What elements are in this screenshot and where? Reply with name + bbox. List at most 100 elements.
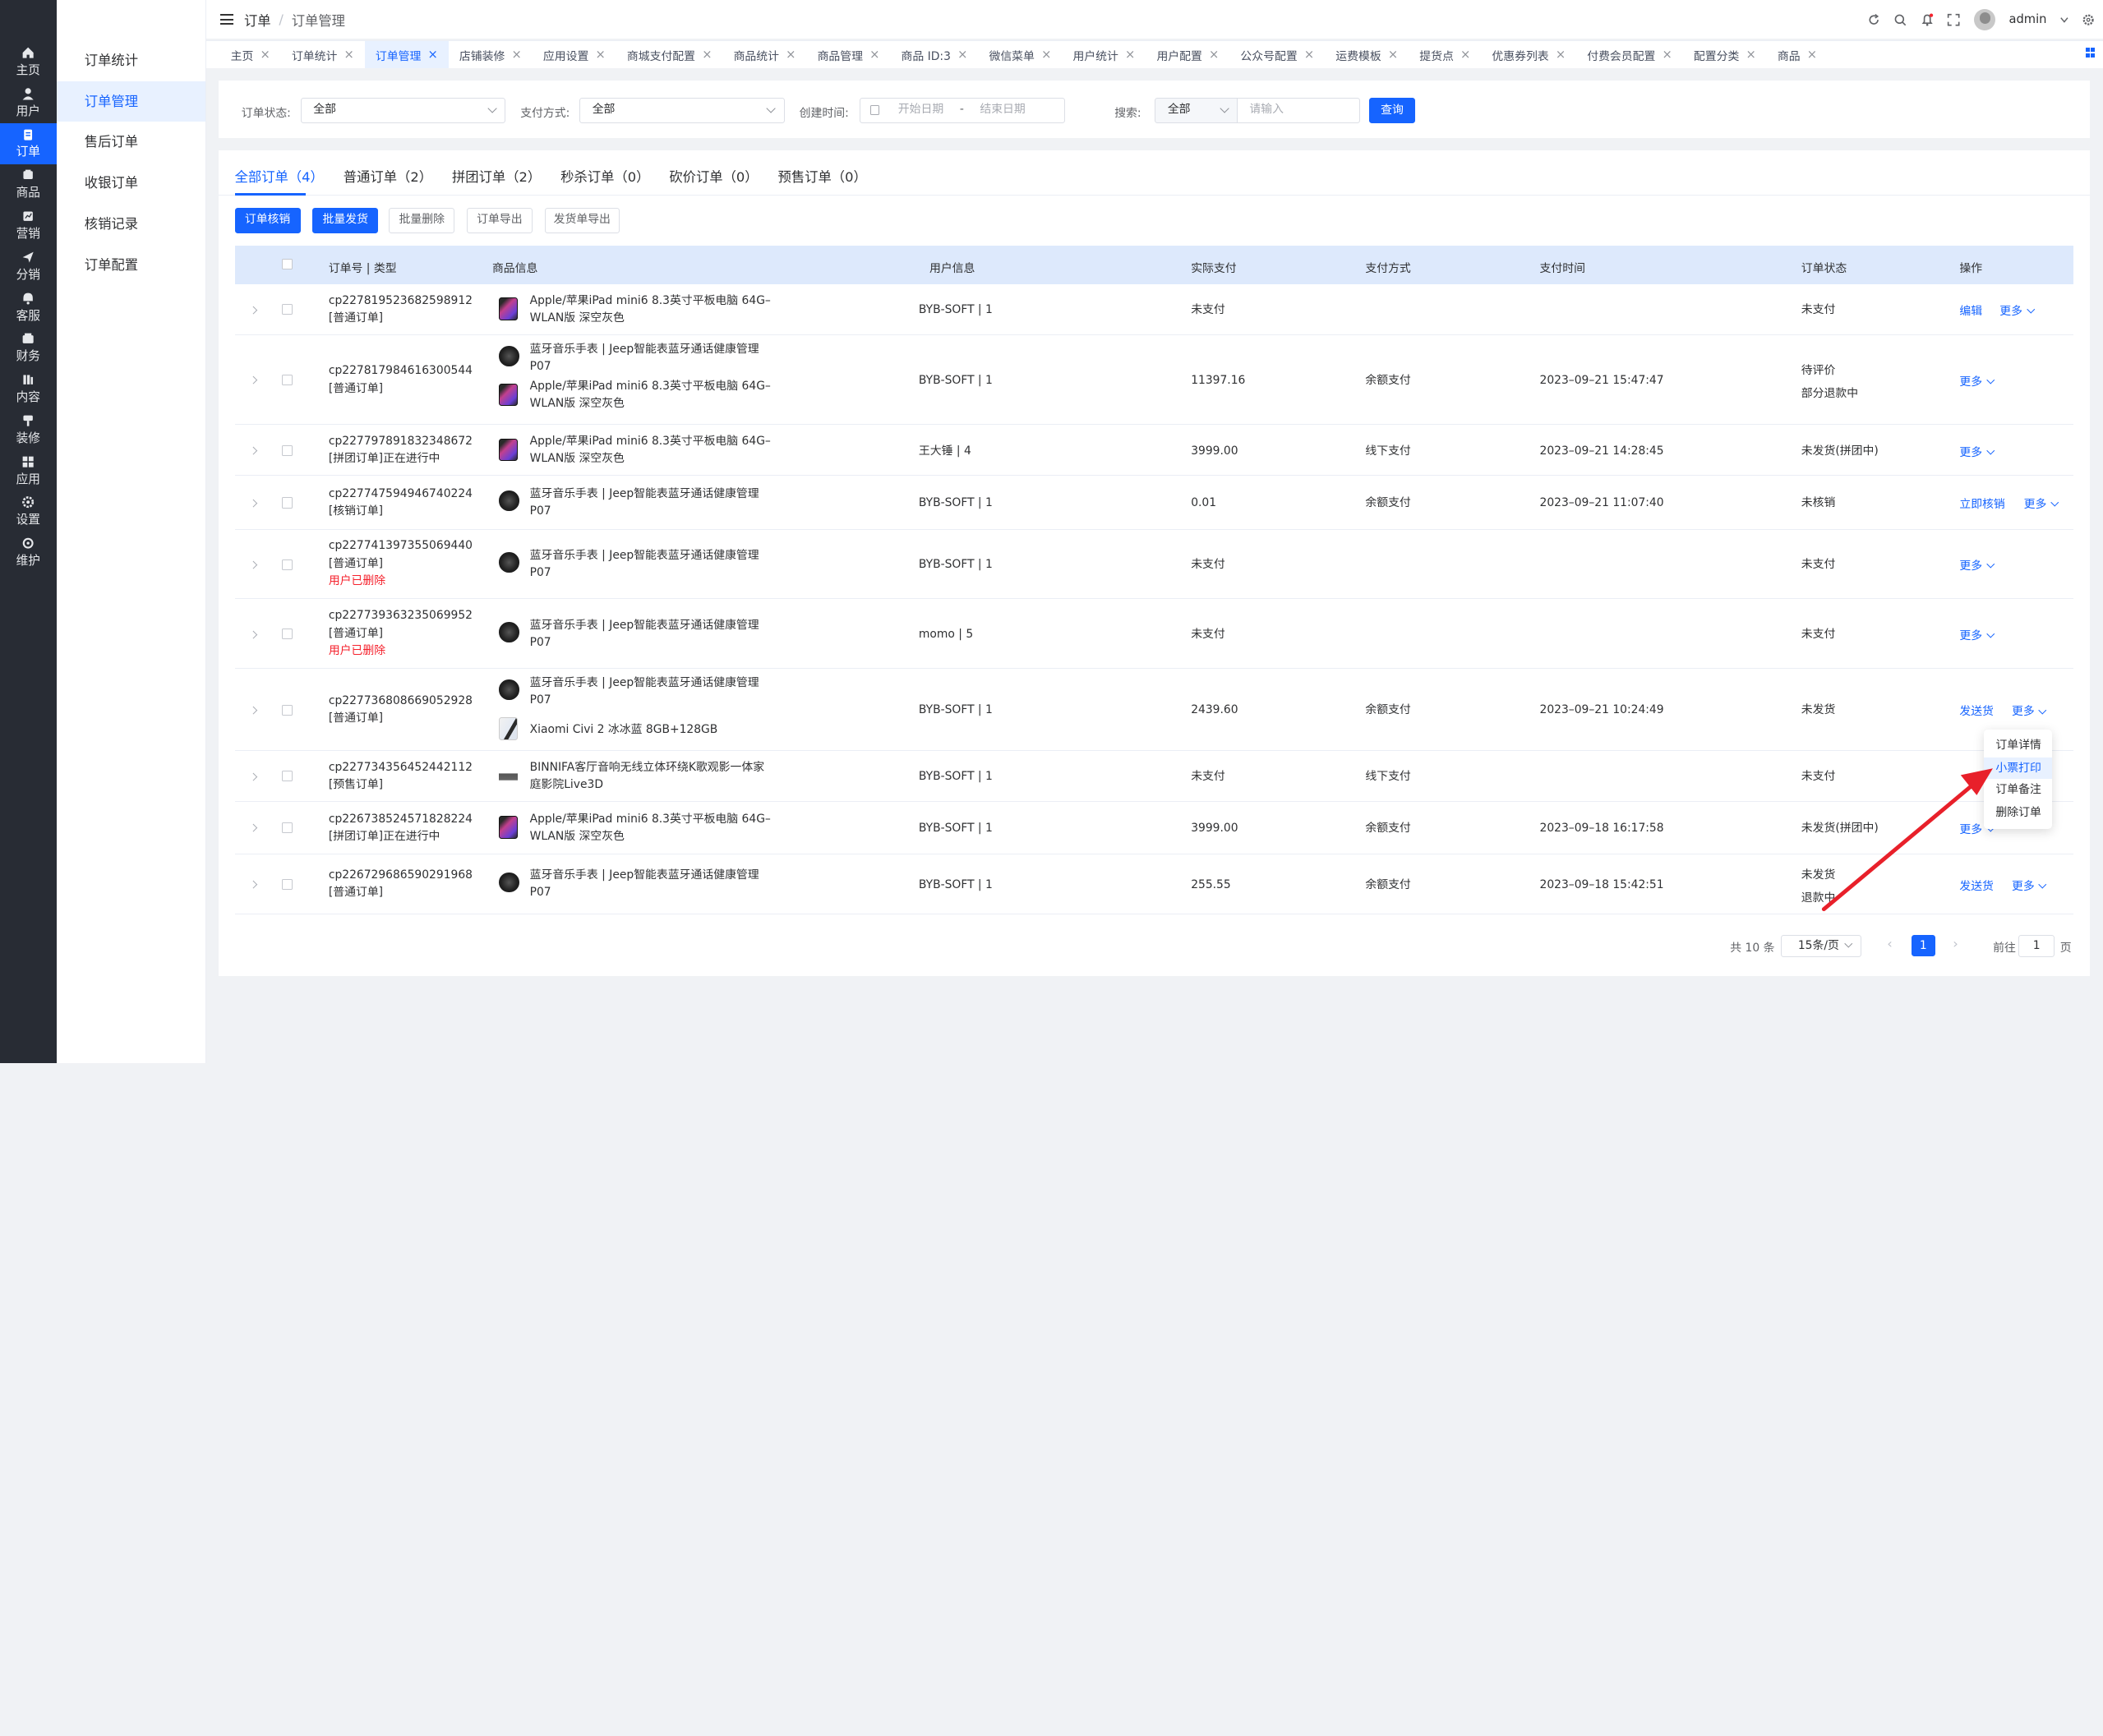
product-name[interactable]: Apple/苹果iPad mini6 8.3英寸平板电脑 64G– (530, 292, 771, 310)
expand-row-icon[interactable] (249, 772, 258, 781)
next-page-icon[interactable]: › (1953, 936, 1958, 951)
search-icon[interactable] (1893, 13, 1907, 26)
close-icon[interactable]: × (261, 48, 270, 62)
chevron-down-icon[interactable] (2060, 13, 2068, 26)
product-name[interactable]: Xiaomi Civi 2 冰冰蓝 8GB+128GB (530, 721, 718, 739)
more-actions-button[interactable]: 更多 (2012, 702, 2047, 718)
more-actions-button[interactable]: 更多 (1999, 302, 2035, 318)
rail-decoration[interactable]: 装修 (0, 409, 57, 450)
submenu-order-config[interactable]: 订单配置 (57, 245, 206, 286)
fullscreen-icon[interactable] (1947, 13, 1960, 26)
menu-delete-order[interactable]: 删除订单 (1984, 802, 2052, 823)
batch-ship-button[interactable]: 批量发货 (312, 207, 379, 233)
row-checkbox[interactable] (281, 375, 293, 386)
close-icon[interactable]: × (957, 48, 967, 62)
rail-distribution[interactable]: 分销 (0, 246, 57, 287)
row-checkbox[interactable] (281, 444, 293, 456)
rail-product[interactable]: 商品 (0, 164, 57, 205)
rail-user[interactable]: 用户 (0, 82, 57, 123)
product-name[interactable]: Apple/苹果iPad mini6 8.3英寸平板电脑 64G– (530, 811, 771, 828)
verify-order-button[interactable]: 订单核销 (234, 207, 301, 233)
export-orders-button[interactable]: 订单导出 (466, 207, 533, 233)
row-checkbox[interactable] (281, 559, 293, 570)
tab-config-category[interactable]: 配置分类 × (1683, 41, 1767, 68)
row-checkbox[interactable] (281, 629, 293, 640)
product-name[interactable]: 蓝牙音乐手表 | Jeep智能表蓝牙通话健康管理 (530, 547, 759, 564)
tab-product-management[interactable]: 商品管理 × (807, 41, 891, 68)
select-all-checkbox[interactable] (281, 258, 293, 269)
tab-user-config[interactable]: 用户配置 × (1146, 41, 1229, 68)
pay-method-select[interactable]: 全部 (579, 98, 785, 124)
tab-shipping-template[interactable]: 运费模板 × (1325, 41, 1409, 68)
tab-product[interactable]: 商品 × (1767, 41, 1828, 68)
product-name[interactable]: Apple/苹果iPad mini6 8.3英寸平板电脑 64G– (530, 378, 771, 395)
menu-toggle-icon[interactable] (219, 14, 233, 25)
ship-button[interactable]: 发送货 (1959, 877, 1994, 893)
batch-delete-button[interactable]: 批量删除 (389, 207, 455, 233)
tabs-menu-icon[interactable] (2085, 48, 2096, 58)
row-checkbox[interactable] (281, 822, 293, 834)
close-icon[interactable]: × (512, 48, 522, 62)
close-icon[interactable]: × (869, 48, 879, 62)
product-name[interactable]: 蓝牙音乐手表 | Jeep智能表蓝牙通话健康管理 (530, 486, 759, 503)
search-scope-select[interactable]: 全部 (1155, 98, 1238, 124)
tab-store-decoration[interactable]: 店铺装修 × (449, 41, 533, 68)
expand-row-icon[interactable] (249, 630, 258, 638)
tab-membership-config[interactable]: 付费会员配置 × (1576, 41, 1683, 68)
breadcrumb-root[interactable]: 订单 (244, 10, 271, 30)
submenu-order-stats[interactable]: 订单统计 (57, 40, 206, 81)
close-icon[interactable]: × (1807, 48, 1817, 62)
menu-order-note[interactable]: 订单备注 (1984, 779, 2052, 800)
product-name[interactable]: BINNIFA客厅音响无线立体环绕K歌观影一体家 (530, 759, 764, 776)
date-range-picker[interactable]: 开始日期 - 结束日期 (860, 98, 1065, 124)
edit-button[interactable]: 编辑 (1959, 302, 1982, 318)
more-actions-button[interactable]: 更多 (1959, 556, 1995, 573)
export-shipping-button[interactable]: 发货单导出 (544, 207, 620, 233)
submenu-after-sales[interactable]: 售后订单 (57, 122, 206, 163)
verify-now-button[interactable]: 立即核销 (1959, 495, 2004, 511)
close-icon[interactable]: × (1125, 48, 1135, 62)
product-name[interactable]: 蓝牙音乐手表 | Jeep智能表蓝牙通话健康管理 (530, 675, 759, 692)
tab-user-stats[interactable]: 用户统计 × (1062, 41, 1146, 68)
tab-bargain-orders[interactable]: 砍价订单（0） (669, 166, 758, 186)
avatar[interactable] (1974, 8, 1996, 30)
tab-pickup-point[interactable]: 提货点 × (1409, 41, 1481, 68)
tab-wechat-menu[interactable]: 微信菜单 × (978, 41, 1062, 68)
gear-icon[interactable] (2082, 13, 2095, 26)
search-input[interactable]: 请输入 (1236, 98, 1360, 124)
ship-button[interactable]: 发送货 (1959, 702, 1994, 718)
close-icon[interactable]: × (1209, 48, 1219, 62)
order-status-select[interactable]: 全部 (300, 98, 506, 124)
product-name[interactable]: 蓝牙音乐手表 | Jeep智能表蓝牙通话健康管理 (530, 867, 759, 884)
close-icon[interactable]: × (595, 48, 605, 62)
row-checkbox[interactable] (281, 304, 293, 315)
close-icon[interactable]: × (1388, 48, 1398, 62)
product-name[interactable]: Apple/苹果iPad mini6 8.3英寸平板电脑 64G– (530, 433, 771, 450)
query-button[interactable]: 查询 (1369, 98, 1415, 124)
prev-page-icon[interactable]: ‹ (1887, 936, 1893, 951)
page-size-select[interactable]: 15条/页 (1781, 934, 1862, 958)
expand-row-icon[interactable] (249, 824, 258, 832)
rail-finance[interactable]: 财务 (0, 328, 57, 369)
page-1-button[interactable]: 1 (1911, 934, 1935, 956)
expand-row-icon[interactable] (249, 560, 258, 569)
expand-row-icon[interactable] (249, 706, 258, 714)
close-icon[interactable]: × (1663, 48, 1672, 62)
submenu-order-management[interactable]: 订单管理 (56, 81, 206, 122)
goto-page-input[interactable]: 1 (2018, 934, 2055, 958)
close-icon[interactable]: × (428, 48, 438, 62)
rail-settings[interactable]: 设置 (0, 491, 57, 532)
row-checkbox[interactable] (281, 497, 293, 509)
tab-presale-orders[interactable]: 预售订单（0） (778, 166, 867, 186)
submenu-cashier-orders[interactable]: 收银订单 (57, 163, 206, 204)
tab-product-id[interactable]: 商品 ID:3 × (891, 41, 979, 68)
more-actions-button[interactable]: 更多 (2024, 495, 2059, 511)
tab-official-account[interactable]: 公众号配置 × (1229, 41, 1325, 68)
row-checkbox[interactable] (281, 878, 293, 890)
expand-row-icon[interactable] (249, 376, 258, 384)
tab-product-stats[interactable]: 商品统计 × (723, 41, 807, 68)
tab-group-orders[interactable]: 拼团订单（2） (452, 166, 541, 186)
tab-home[interactable]: 主页 × (220, 41, 281, 68)
product-name[interactable]: 蓝牙音乐手表 | Jeep智能表蓝牙通话健康管理 (530, 341, 759, 358)
expand-row-icon[interactable] (249, 499, 258, 507)
